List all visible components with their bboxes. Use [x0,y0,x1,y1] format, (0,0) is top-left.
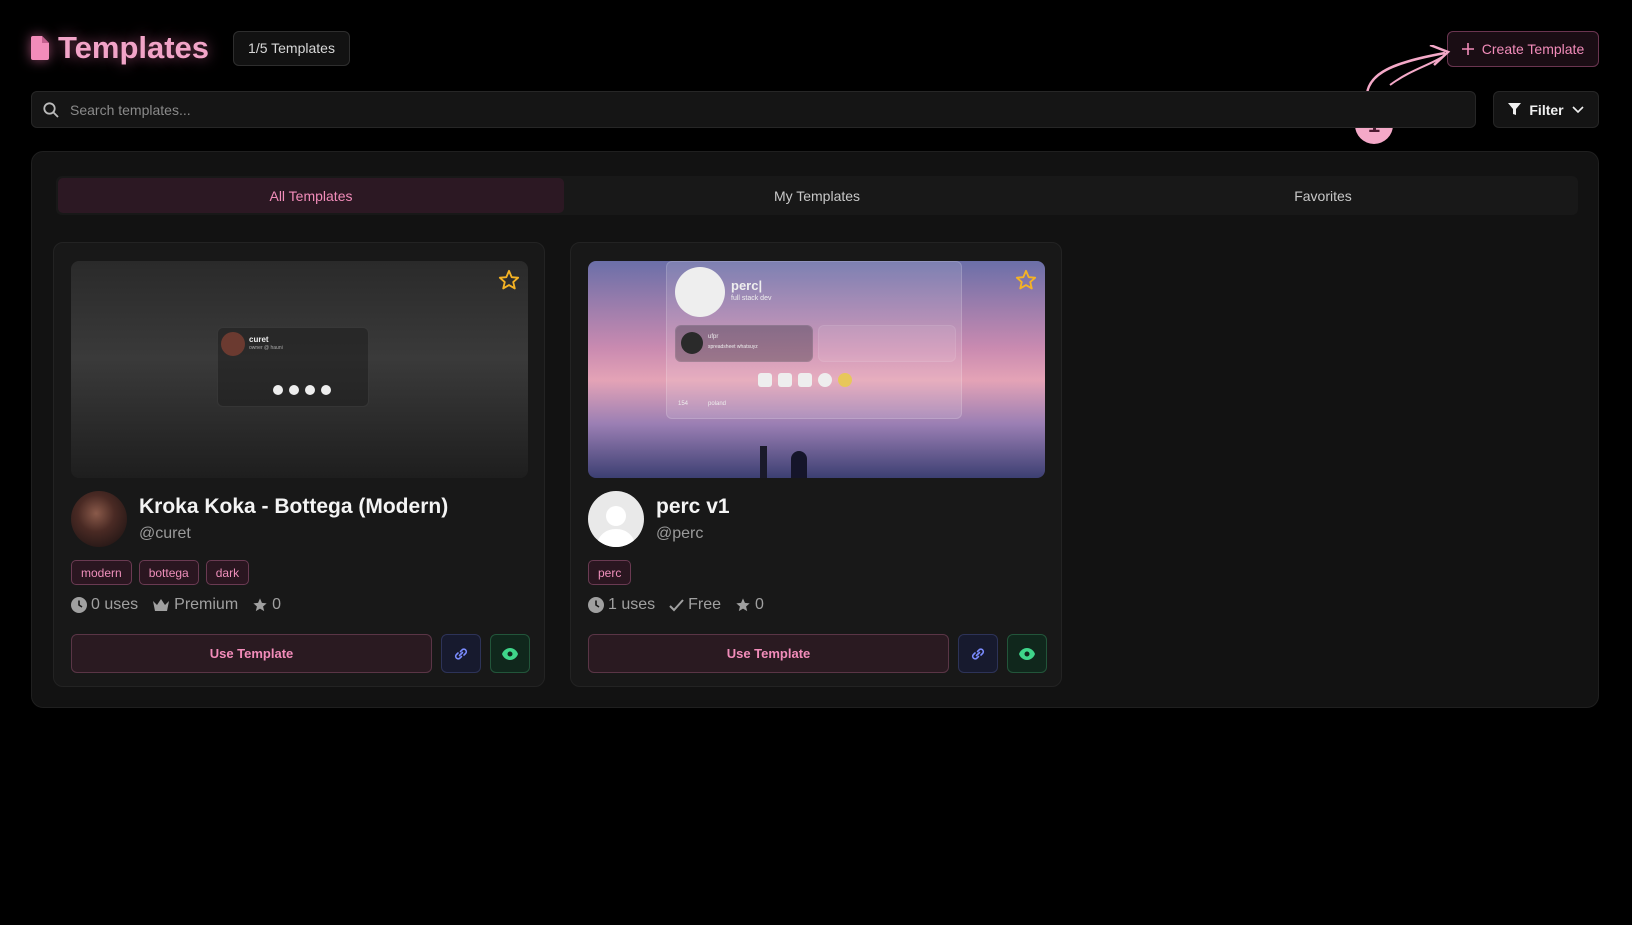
star-icon [253,598,267,612]
tag[interactable]: perc [588,560,632,585]
templates-panel: All Templates My Templates Favorites cur… [31,151,1599,708]
template-card: curet owner @ hauni Kroka Koka - Bottega… [53,242,545,687]
filter-icon [1508,103,1522,115]
preview-activity-card [818,325,956,362]
tab-my-templates[interactable]: My Templates [564,178,1070,213]
copy-link-button[interactable] [958,634,998,673]
tier-stat: Free [669,596,721,614]
filter-button[interactable]: Filter [1493,91,1599,128]
preview-name: curet [249,335,269,344]
favorite-button[interactable] [1015,269,1037,296]
preview-friend-status: spreadsheet whatsuyz [708,344,758,350]
uses-count: 0 uses [91,596,139,613]
avatar [588,491,644,547]
uses-count: 1 uses [608,596,656,613]
preview-friend-avatar [681,332,703,354]
preview-avatar [675,267,725,317]
template-header: perc v1 @perc [588,491,730,547]
tag-list: perc [588,560,632,585]
copy-link-button[interactable] [441,634,481,673]
tag[interactable]: modern [71,560,132,585]
search-input[interactable] [70,101,1450,118]
plus-icon [1461,43,1474,55]
user-placeholder-icon [596,506,636,547]
preview-views: 154 [678,401,689,407]
page-header: Templates 1/5 Templates [31,30,350,66]
tier-label: Free [688,596,722,613]
link-icon [971,647,985,660]
preview-social-icons [758,373,852,387]
page-title: Templates [31,30,209,66]
use-template-button[interactable]: Use Template [71,634,432,673]
tag[interactable]: dark [205,560,250,585]
template-header: Kroka Koka - Bottega (Modern) @curet [71,491,448,547]
tab-bar: All Templates My Templates Favorites [56,176,1578,215]
preview-button[interactable] [1007,634,1047,673]
check-icon [669,598,684,611]
template-title: Kroka Koka - Bottega (Modern) [139,495,449,518]
use-template-button[interactable]: Use Template [588,634,949,673]
search-bar[interactable] [31,91,1476,128]
preview-location: poland [708,401,727,407]
avatar [71,491,127,547]
eye-icon [1019,647,1035,660]
preview-status: owner @ hauni [249,345,283,351]
tab-all-templates[interactable]: All Templates [58,178,564,213]
preview-traffic-light [760,446,767,478]
template-author[interactable]: @curet [139,525,448,543]
star-icon [1015,269,1037,290]
template-stats: 1 uses Free 0 [588,596,764,614]
stars-stat: 0 [252,596,281,614]
eye-icon [502,647,518,660]
preview-bio: full stack dev [731,295,772,302]
tag[interactable]: bottega [138,560,199,585]
clock-icon [588,597,604,613]
card-actions: Use Template [71,634,530,673]
uses-stat: 1 uses [588,596,655,614]
tier-label: Premium [174,596,239,613]
preview-social-icons [273,385,331,395]
star-icon [498,269,520,290]
tab-favorites[interactable]: Favorites [1070,178,1576,213]
template-title: perc v1 [656,495,730,518]
card-actions: Use Template [588,634,1047,673]
stars-stat: 0 [735,596,764,614]
filter-label: Filter [1529,101,1564,118]
crown-icon [153,598,170,611]
chevron-down-icon [1572,105,1584,113]
create-template-button[interactable]: Create Template [1447,31,1599,67]
template-author[interactable]: @perc [656,525,730,543]
template-card: perc| full stack dev ufpr spreadsheet wh… [570,242,1062,687]
template-stats: 0 uses Premium 0 [71,596,281,614]
stars-count: 0 [272,596,282,613]
preview-button[interactable] [490,634,530,673]
preview-friend-name: ufpr [708,334,719,340]
stars-count: 0 [755,596,764,613]
tag-list: modern bottega dark [71,560,250,585]
uses-stat: 0 uses [71,596,138,614]
link-icon [454,647,468,660]
clock-icon [71,597,87,613]
page-title-text: Templates [58,30,210,65]
document-icon [31,36,49,60]
star-icon [736,598,750,612]
preview-name: perc| [731,278,763,293]
favorite-button[interactable] [498,269,520,296]
search-icon [43,101,59,118]
create-template-label: Create Template [1481,41,1585,57]
template-count-badge: 1/5 Templates [233,30,350,66]
preview-avatar [221,332,245,356]
template-preview[interactable]: perc| full stack dev ufpr spreadsheet wh… [588,261,1045,478]
template-preview[interactable]: curet owner @ hauni [71,261,528,478]
preview-silhouette [791,451,807,478]
tier-stat: Premium [152,596,238,614]
